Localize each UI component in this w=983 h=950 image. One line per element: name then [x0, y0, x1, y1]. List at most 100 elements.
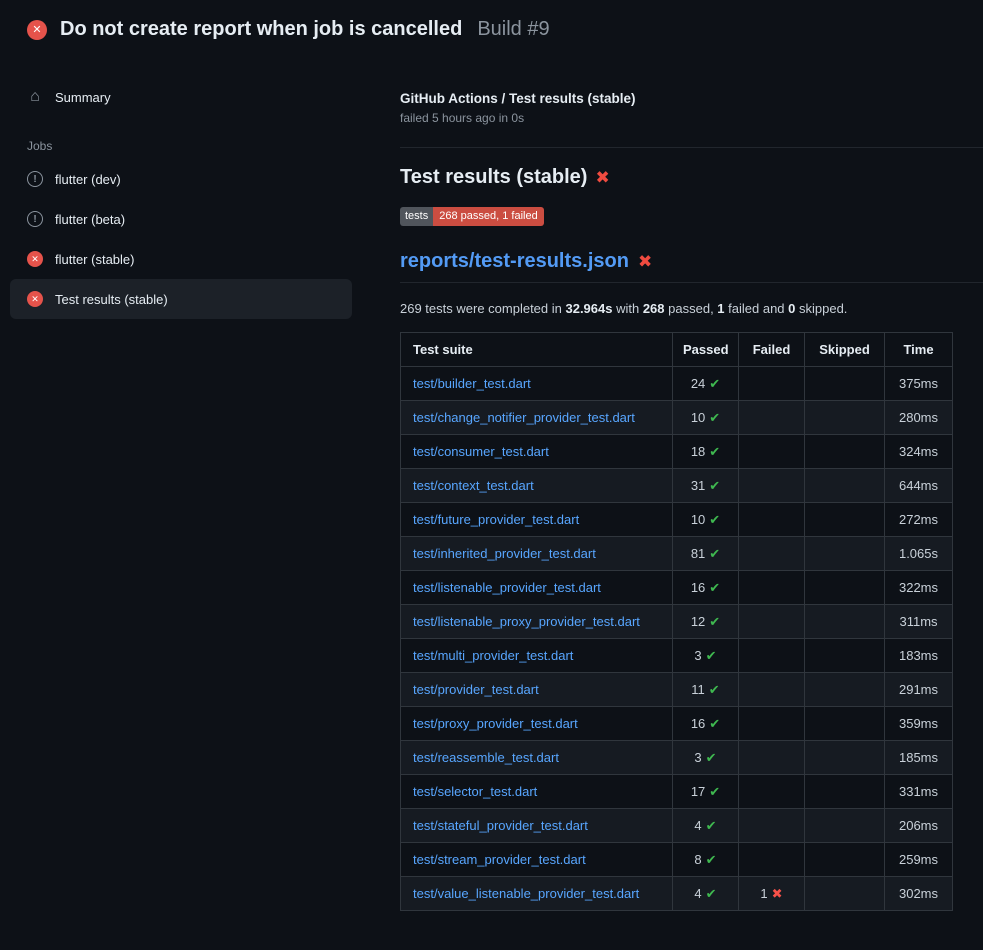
- skipped-cell: [805, 707, 885, 741]
- sidebar-item-label: flutter (beta): [55, 212, 125, 227]
- check-icon: ✔: [709, 478, 720, 493]
- table-row: test/inherited_provider_test.dart 81✔ 1.06…: [401, 537, 953, 571]
- check-icon: ✔: [706, 852, 717, 867]
- suite-cell: test/reassemble_test.dart: [401, 741, 673, 775]
- passed-cell: 24✔: [673, 367, 739, 401]
- failed-cell: [739, 741, 805, 775]
- table-row: test/reassemble_test.dart3✔185ms: [401, 741, 953, 775]
- skipped-cell: [805, 469, 885, 503]
- passed-count: 4: [694, 886, 701, 901]
- main-content: GitHub Actions / Test results (stable) f…: [400, 55, 983, 911]
- failed-count: 1: [760, 886, 767, 901]
- summary-line: 269 tests were completed in 32.964s with…: [400, 301, 983, 316]
- passed-cell: 10✔: [673, 401, 739, 435]
- test-suite-link[interactable]: test/selector_test.dart: [413, 784, 537, 799]
- col-header-failed: Failed: [739, 333, 805, 367]
- sidebar-item-flutter-beta[interactable]: ! flutter (beta): [10, 199, 352, 239]
- passed-cell: 11✔: [673, 673, 739, 707]
- time-cell: 291ms: [885, 673, 953, 707]
- breadcrumb: GitHub Actions / Test results (stable): [400, 91, 983, 106]
- check-icon: ✔: [706, 886, 717, 901]
- skipped-cell: [805, 571, 885, 605]
- summary-failed: 1: [717, 301, 724, 316]
- skipped-cell: [805, 877, 885, 911]
- failed-cell: [739, 435, 805, 469]
- jobs-section-label: Jobs: [27, 139, 352, 153]
- passed-cell: 18✔: [673, 435, 739, 469]
- sidebar: ⌂ Summary Jobs ! flutter (dev) ! flutter…: [0, 55, 400, 319]
- skipped-cell: [805, 843, 885, 877]
- test-suite-link[interactable]: test/stream_provider_test.dart: [413, 852, 586, 867]
- suite-cell: test/future_provider_test.dart: [401, 503, 673, 537]
- check-icon: ✔: [706, 750, 717, 765]
- test-suite-link[interactable]: test/change_notifier_provider_test.dart: [413, 410, 635, 425]
- failed-cell: [739, 809, 805, 843]
- test-suite-link[interactable]: test/builder_test.dart: [413, 376, 531, 391]
- passed-count: 3: [694, 648, 701, 663]
- time-cell: 359ms: [885, 707, 953, 741]
- passed-cell: 17 ✔: [673, 775, 739, 809]
- passed-count: 17: [691, 784, 705, 799]
- suite-cell: test/consumer_test.dart: [401, 435, 673, 469]
- test-suite-link[interactable]: test/proxy_provider_test.dart: [413, 716, 578, 731]
- failed-cell: 1✖: [739, 877, 805, 911]
- test-suite-link[interactable]: test/multi_provider_test.dart: [413, 648, 573, 663]
- suite-cell: test/listenable_provider_test.dart: [401, 571, 673, 605]
- run-header: ✕ Do not create report when job is cance…: [0, 0, 983, 55]
- sidebar-item-flutter-stable[interactable]: ✕ flutter (stable): [10, 239, 352, 279]
- cancelled-icon: !: [27, 211, 43, 227]
- time-cell: 272ms: [885, 503, 953, 537]
- report-file-link[interactable]: reports/test-results.json: [400, 250, 629, 273]
- skipped-cell: [805, 367, 885, 401]
- passed-cell: 16✔: [673, 571, 739, 605]
- test-suite-link[interactable]: test/consumer_test.dart: [413, 444, 549, 459]
- section-title: Test results (stable) ✖: [400, 166, 983, 189]
- table-row: test/stateful_provider_test.dart4✔206ms: [401, 809, 953, 843]
- skipped-cell: [805, 809, 885, 843]
- summary-mid3: failed and: [725, 301, 789, 316]
- skipped-cell: [805, 605, 885, 639]
- passed-count: 10: [691, 410, 705, 425]
- sidebar-item-summary[interactable]: ⌂ Summary: [10, 77, 352, 117]
- col-header-time: Time: [885, 333, 953, 367]
- test-suite-link[interactable]: test/future_provider_test.dart: [413, 512, 579, 527]
- time-cell: 322ms: [885, 571, 953, 605]
- summary-passed: 268: [643, 301, 665, 316]
- time-cell: 1.065s: [885, 537, 953, 571]
- test-table-body: test/builder_test.dart24✔375mstest/chang…: [401, 367, 953, 911]
- failed-cell: [739, 537, 805, 571]
- passed-count: 12: [691, 614, 705, 629]
- run-title: Do not create report when job is cancell…: [60, 18, 462, 41]
- col-header-test-suite: Test suite: [401, 333, 673, 367]
- test-suite-link[interactable]: test/value_listenable_provider_test.dart: [413, 886, 639, 901]
- passed-count: 18: [691, 444, 705, 459]
- status-line: failed 5 hours ago in 0s: [400, 111, 983, 125]
- suite-cell: test/multi_provider_test.dart: [401, 639, 673, 673]
- check-icon: ✔: [706, 648, 717, 663]
- failed-cell: [739, 707, 805, 741]
- failed-cell: [739, 605, 805, 639]
- summary-prefix: 269 tests were completed in: [400, 301, 565, 316]
- check-icon: ✔: [706, 818, 717, 833]
- passed-cell: 81✔: [673, 537, 739, 571]
- failed-cell: [739, 401, 805, 435]
- suite-cell: test/builder_test.dart: [401, 367, 673, 401]
- cancelled-icon: !: [27, 171, 43, 187]
- sidebar-item-label: Test results (stable): [55, 292, 168, 307]
- failed-cell: [739, 843, 805, 877]
- sidebar-item-flutter-dev[interactable]: ! flutter (dev): [10, 159, 352, 199]
- test-suite-link[interactable]: test/reassemble_test.dart: [413, 750, 559, 765]
- test-suite-link[interactable]: test/stateful_provider_test.dart: [413, 818, 588, 833]
- test-suite-link[interactable]: test/listenable_provider_test.dart: [413, 580, 601, 595]
- time-cell: 185ms: [885, 741, 953, 775]
- check-icon: ✔: [709, 784, 720, 799]
- x-circle-icon: ✕: [27, 291, 43, 307]
- time-cell: 206ms: [885, 809, 953, 843]
- sidebar-item-test-results-stable[interactable]: ✕ Test results (stable): [10, 279, 352, 319]
- passed-count: 24: [691, 376, 705, 391]
- test-suite-link[interactable]: test/inherited_provider_test.dart: [413, 546, 596, 561]
- table-row: test/change_notifier_provider_test.dart 1…: [401, 401, 953, 435]
- test-suite-link[interactable]: test/listenable_proxy_provider_test.dart: [413, 614, 640, 629]
- test-suite-link[interactable]: test/provider_test.dart: [413, 682, 539, 697]
- test-suite-link[interactable]: test/context_test.dart: [413, 478, 534, 493]
